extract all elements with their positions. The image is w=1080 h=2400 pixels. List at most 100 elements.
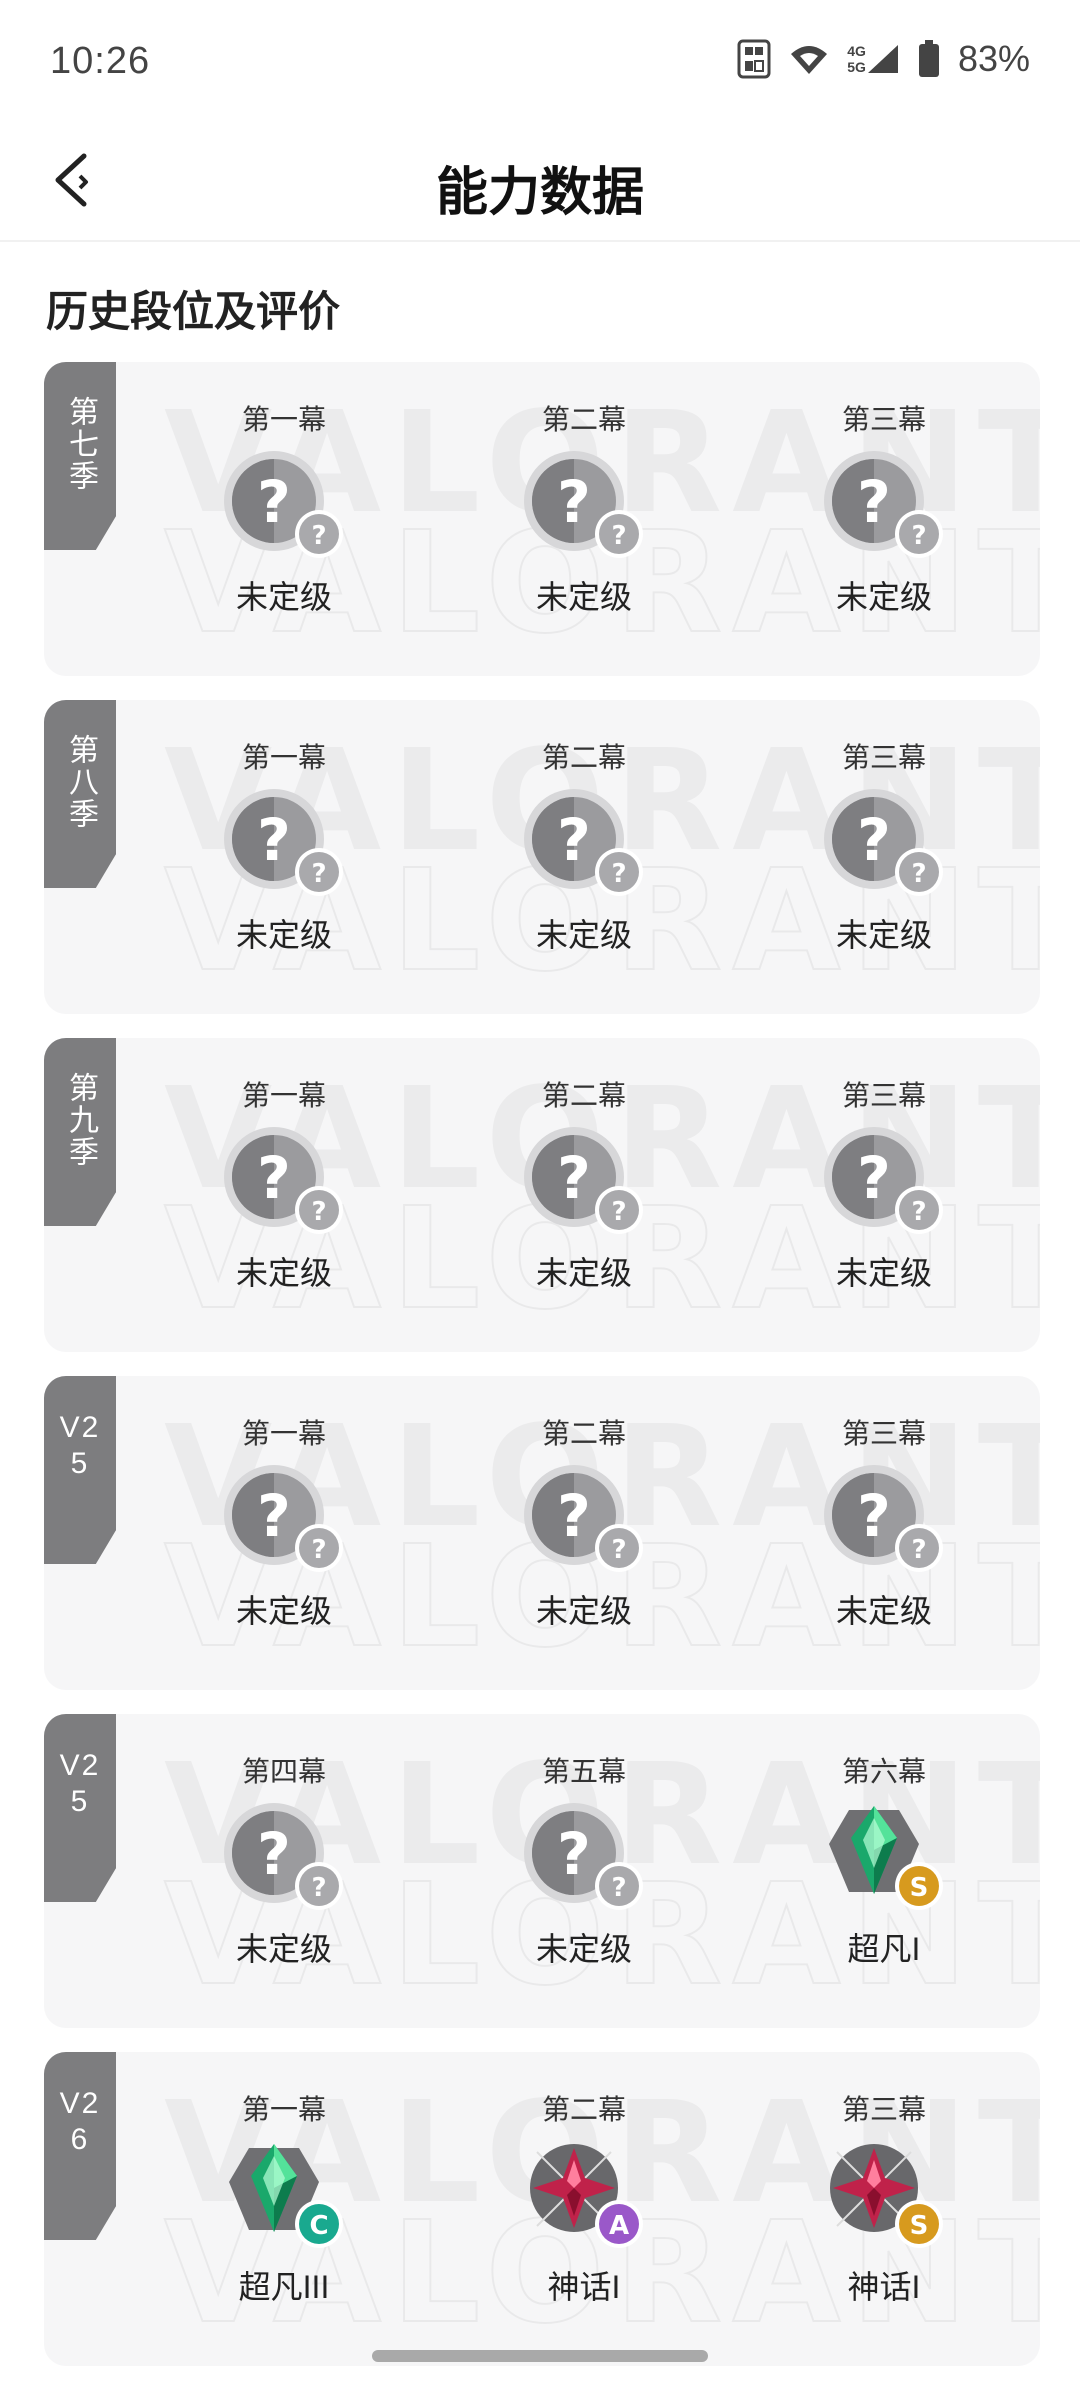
act-label: 第一幕 <box>241 2094 326 2125</box>
svg-text:?: ? <box>557 1144 591 1212</box>
act-label: 第三幕 <box>841 1418 926 1449</box>
ascendant-rank-icon: C <box>219 2136 349 2256</box>
svg-text:?: ? <box>857 806 891 874</box>
rank-name: 未定级 <box>535 1593 632 1629</box>
svg-text:?: ? <box>857 468 891 536</box>
unranked-rank-icon: ? ? <box>219 1460 349 1580</box>
svg-text:?: ? <box>911 1535 926 1565</box>
act-item[interactable]: 第二幕 ? ? 未定级 <box>494 1078 674 1294</box>
svg-text:S: S <box>910 2211 929 2241</box>
act-label: 第二幕 <box>541 404 626 435</box>
act-item[interactable]: 第一幕 ? ? 未定级 <box>194 740 374 956</box>
wifi-icon <box>789 42 829 76</box>
unranked-rank-icon: ? ? <box>819 446 949 566</box>
svg-text:?: ? <box>911 859 926 889</box>
svg-text:?: ? <box>311 1873 326 1903</box>
immortal-rank-icon: A <box>519 2136 649 2256</box>
rank-name: 未定级 <box>535 1255 632 1291</box>
act-label: 第四幕 <box>241 1756 326 1787</box>
svg-text:?: ? <box>311 1535 326 1565</box>
rank-name: 神话I <box>547 2269 621 2305</box>
act-item[interactable]: 第三幕 ? ? 未定级 <box>794 402 974 618</box>
act-item[interactable]: 第二幕 ? ? 未定级 <box>494 740 674 956</box>
svg-text:?: ? <box>557 1482 591 1550</box>
battery-icon <box>918 40 940 78</box>
acts-row: 第一幕 ? ? 未定级 第二幕 ? ? 未定级 第三幕 ? ? 未定级 <box>44 362 1040 676</box>
svg-text:?: ? <box>311 1197 326 1227</box>
act-item[interactable]: 第二幕 ? ? 未定级 <box>494 1416 674 1632</box>
act-item[interactable]: 第三幕 ? ? 未定级 <box>794 740 974 956</box>
act-label: 第三幕 <box>841 2094 926 2125</box>
act-label: 第二幕 <box>541 1418 626 1449</box>
unranked-rank-icon: ? ? <box>219 1122 349 1242</box>
act-label: 第三幕 <box>841 1080 926 1111</box>
home-indicator[interactable] <box>372 2350 708 2362</box>
act-item[interactable]: 第二幕 ? ? 未定级 <box>494 402 674 618</box>
act-item[interactable]: 第六幕 S 超凡I <box>794 1754 974 1970</box>
svg-text:?: ? <box>557 1820 591 1888</box>
ascendant-rank-icon: S <box>819 1798 949 1918</box>
act-item[interactable]: 第一幕 C 超凡III <box>194 2092 374 2308</box>
rank-name: 未定级 <box>835 1255 932 1291</box>
unranked-rank-icon: ? ? <box>519 1460 649 1580</box>
rank-name: 超凡III <box>238 2269 330 2305</box>
svg-text:?: ? <box>611 1535 626 1565</box>
act-label: 第五幕 <box>541 1756 626 1787</box>
act-item[interactable]: 第三幕 ? ? 未定级 <box>794 1078 974 1294</box>
act-item[interactable]: 第三幕 ? ? 未定级 <box>794 1416 974 1632</box>
network-type: 4G 5G <box>847 43 900 75</box>
svg-text:?: ? <box>311 859 326 889</box>
act-label: 第六幕 <box>841 1756 926 1787</box>
act-item[interactable]: 第一幕 ? ? 未定级 <box>194 402 374 618</box>
act-item[interactable]: 第四幕 ? ? 未定级 <box>194 1754 374 1970</box>
svg-text:?: ? <box>911 1197 926 1227</box>
rank-name: 未定级 <box>535 1931 632 1967</box>
nfc-icon <box>737 39 771 79</box>
acts-row: 第一幕 ? ? 未定级 第二幕 ? ? 未定级 第三幕 ? ? 未定级 <box>44 1376 1040 1690</box>
app-header: 能力数据 <box>0 120 1080 242</box>
rank-name: 未定级 <box>235 579 332 615</box>
acts-row: 第一幕 ? ? 未定级 第二幕 ? ? 未定级 第三幕 ? ? 未定级 <box>44 700 1040 1014</box>
act-label: 第三幕 <box>841 742 926 773</box>
svg-text:?: ? <box>257 1820 291 1888</box>
act-item[interactable]: 第五幕 ? ? 未定级 <box>494 1754 674 1970</box>
act-label: 第二幕 <box>541 742 626 773</box>
unranked-rank-icon: ? ? <box>519 446 649 566</box>
svg-text:?: ? <box>857 1144 891 1212</box>
act-item[interactable]: 第二幕 A 神话I <box>494 2092 674 2308</box>
season-card: VALORANT VALORANT第九季第一幕 ? ?未定级第二幕 ? ?未定级… <box>44 1038 1040 1352</box>
section-title: 历史段位及评价 <box>46 288 341 335</box>
rank-name: 未定级 <box>235 1931 332 1967</box>
svg-text:A: A <box>609 2211 629 2241</box>
svg-text:?: ? <box>611 1197 626 1227</box>
act-item[interactable]: 第一幕 ? ? 未定级 <box>194 1078 374 1294</box>
unranked-rank-icon: ? ? <box>219 446 349 566</box>
act-item[interactable]: 第三幕 S 神话I <box>794 2092 974 2308</box>
svg-text:C: C <box>309 2211 328 2241</box>
svg-text:?: ? <box>611 521 626 551</box>
season-card: VALORANT VALORANT第七季第一幕 ? ?未定级第二幕 ? ?未定级… <box>44 362 1040 676</box>
act-label: 第一幕 <box>241 742 326 773</box>
unranked-rank-icon: ? ? <box>819 784 949 904</box>
svg-text:S: S <box>910 1873 929 1903</box>
act-label: 第一幕 <box>241 1080 326 1111</box>
rank-name: 未定级 <box>235 917 332 953</box>
svg-text:?: ? <box>911 521 926 551</box>
act-item[interactable]: 第一幕 ? ? 未定级 <box>194 1416 374 1632</box>
act-label: 第一幕 <box>241 404 326 435</box>
svg-text:?: ? <box>557 468 591 536</box>
svg-text:?: ? <box>557 806 591 874</box>
season-card: VALORANT VALORANT第八季第一幕 ? ?未定级第二幕 ? ?未定级… <box>44 700 1040 1014</box>
rank-name: 超凡I <box>847 1931 921 1967</box>
svg-text:?: ? <box>611 1873 626 1903</box>
status-bar: 10:26 4G 5G 83% <box>0 0 1080 120</box>
unranked-rank-icon: ? ? <box>519 1122 649 1242</box>
rank-history-list: VALORANT VALORANT第七季第一幕 ? ?未定级第二幕 ? ?未定级… <box>44 362 1040 2390</box>
act-label: 第三幕 <box>841 404 926 435</box>
season-card: VALORANT VALORANTV25第四幕 ? ?未定级第五幕 ? ?未定级… <box>44 1714 1040 2028</box>
unranked-rank-icon: ? ? <box>819 1460 949 1580</box>
unranked-rank-icon: ? ? <box>219 1798 349 1918</box>
status-time: 10:26 <box>50 40 151 82</box>
rank-name: 未定级 <box>235 1255 332 1291</box>
status-icons: 4G 5G 83% <box>737 38 1030 80</box>
